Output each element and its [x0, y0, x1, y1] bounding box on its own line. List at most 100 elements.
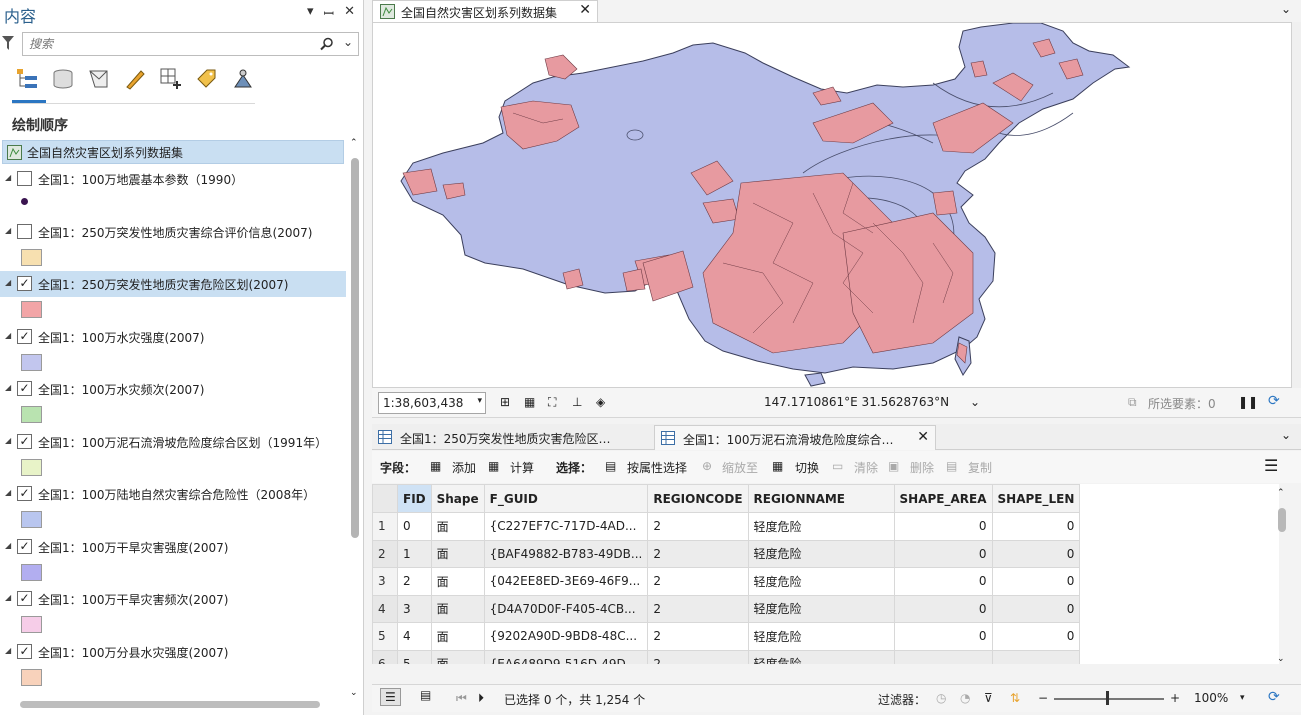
expand-triangle-icon[interactable]: ◢	[5, 278, 11, 287]
polygon-symbol[interactable]	[21, 248, 42, 266]
scroll-thumb[interactable]	[20, 701, 320, 708]
add-field-button[interactable]: 添加	[452, 459, 476, 476]
cell-code[interactable]: 2	[647, 539, 749, 568]
polygon-symbol[interactable]	[21, 458, 42, 476]
zoom-slider-thumb[interactable]	[1106, 691, 1109, 705]
sort-icon[interactable]: ⇅	[1010, 691, 1020, 705]
cell-name[interactable]: 轻度危险	[747, 512, 895, 541]
expand-triangle-icon[interactable]: ◢	[5, 436, 11, 445]
cell-code[interactable]: 2	[647, 649, 749, 664]
layer-item[interactable]: ◢ 全国1：250万突发性地质灾害综合评价信息(2007)	[0, 219, 346, 271]
list-by-labeling-button[interactable]	[158, 66, 184, 92]
search-input[interactable]	[23, 33, 293, 55]
table-row[interactable]: 2 1 面 {BAF49882-B783-49DB... 2 轻度危险 0 0	[372, 539, 1081, 568]
row-number[interactable]: 1	[372, 512, 398, 541]
layer-visibility-checkbox[interactable]: ✓	[17, 328, 32, 344]
view-list-chevron-icon[interactable]: ⌄	[1281, 2, 1291, 16]
cell-code[interactable]: 2	[647, 567, 749, 596]
expand-triangle-icon[interactable]: ◢	[5, 646, 11, 655]
layer-row[interactable]: ◢ ✓ 全国1：100万分县水灾强度(2007)	[0, 639, 346, 665]
table-row[interactable]: 1 0 面 {C227EF7C-717D-4AD... 2 轻度危险 0 0	[372, 512, 1081, 541]
search-box[interactable]: ⌄	[22, 32, 359, 56]
cell-fid[interactable]: 2	[397, 567, 432, 596]
close-tab-icon[interactable]: ✕	[917, 429, 929, 445]
polygon-symbol[interactable]	[21, 301, 42, 318]
cell-guid[interactable]: {C227EF7C-717D-4AD...	[483, 512, 649, 541]
cell-shape[interactable]: 面	[430, 539, 485, 568]
polygon-symbol[interactable]	[21, 406, 42, 423]
layer-visibility-checkbox[interactable]: ✓	[17, 381, 32, 396]
pause-drawing-icon[interactable]: ❚❚	[1238, 395, 1258, 409]
delete-button[interactable]: 删除	[910, 459, 934, 476]
search-icon[interactable]	[320, 37, 334, 51]
layer-item[interactable]: ◢ ✓ 全国1：100万干旱灾害频次(2007)	[0, 586, 346, 638]
cell-area[interactable]: 0	[893, 539, 993, 568]
table-vertical-scrollbar[interactable]: ⌃ ⌄	[1275, 488, 1289, 664]
column-header-shape[interactable]: Shape	[430, 484, 485, 513]
scroll-down-icon[interactable]: ⌄	[350, 688, 358, 698]
filter-icon[interactable]	[2, 36, 14, 50]
list-by-charts-button[interactable]	[230, 66, 256, 92]
refresh-icon[interactable]: ⟳	[1268, 689, 1280, 705]
pin-icon[interactable]: ꟷ	[324, 4, 335, 22]
layer-item[interactable]: ◢ ✓ 全国1：100万泥石流滑坡危险度综合区划（1991年）	[0, 429, 346, 481]
layer-row[interactable]: ◢ 全国1：250万突发性地质灾害综合评价信息(2007)	[0, 219, 346, 245]
table-row[interactable]: 3 2 面 {042EE8ED-3E69-46F9... 2 轻度危险 0 0	[372, 567, 1081, 596]
cell-shape[interactable]: 面	[430, 649, 485, 664]
scale-selector[interactable]: 1:38,603,438 ▾	[378, 392, 486, 414]
calculate-field-button[interactable]: 计算	[510, 459, 534, 476]
table-tab-geologic-hazard[interactable]: 全国1：250万突发性地质灾害危险区…	[372, 425, 652, 450]
cell-len[interactable]: 0	[991, 594, 1081, 623]
cell-len[interactable]: 0	[991, 567, 1081, 596]
select-by-attributes-button[interactable]: 按属性选择	[627, 459, 687, 476]
cell-shape[interactable]: 面	[430, 567, 485, 596]
layer-visibility-checkbox[interactable]: ✓	[17, 538, 32, 554]
cell-shape[interactable]: 面	[430, 512, 485, 541]
cell-area[interactable]: 0	[893, 512, 993, 541]
close-icon[interactable]: ✕	[344, 4, 355, 22]
layer-visibility-checkbox[interactable]: ✓	[17, 433, 32, 449]
cell-code[interactable]: 2	[647, 594, 749, 623]
cell-shape[interactable]: 面	[430, 594, 485, 623]
list-by-perspective-button[interactable]	[194, 66, 220, 92]
zoom-level[interactable]: 100%	[1194, 691, 1228, 705]
expand-triangle-icon[interactable]: ◢	[5, 541, 11, 550]
table-filter-icon[interactable]: ⊽	[984, 691, 993, 705]
row-number[interactable]: 4	[372, 594, 398, 623]
layer-row[interactable]: ◢ ✓ 全国1：100万干旱灾害强度(2007)	[0, 534, 346, 560]
pane-options-chevron-icon[interactable]: ▾	[307, 4, 314, 22]
expand-triangle-icon[interactable]: ◢	[5, 173, 11, 182]
layer-row[interactable]: ◢ ✓ 全国1：100万陆地自然灾害综合危险性（2008年）	[0, 481, 346, 507]
zoom-dropdown-icon[interactable]: ▾	[1240, 693, 1245, 703]
table-menu-icon[interactable]: ☰	[1264, 456, 1278, 475]
layer-item[interactable]: ◢ ✓ 全国1：100万分县水灾强度(2007)	[0, 639, 346, 691]
table-tab-debris-flow[interactable]: 全国1：100万泥石流滑坡危险度综合… ✕	[654, 425, 936, 450]
expand-triangle-icon[interactable]: ◢	[5, 383, 11, 392]
expand-triangle-icon[interactable]: ◢	[5, 331, 11, 340]
row-number[interactable]: 2	[372, 539, 398, 568]
scroll-up-icon[interactable]: ⌃	[350, 138, 358, 148]
navigation-icon[interactable]: ◈	[596, 395, 605, 409]
clear-selection-button[interactable]: 清除	[854, 459, 878, 476]
china-hazard-map[interactable]	[373, 22, 1291, 387]
zoom-in-icon[interactable]: +	[1170, 691, 1180, 705]
cell-name[interactable]: 轻度危险	[747, 567, 895, 596]
column-header-shape-len[interactable]: SHAPE_LEN	[991, 484, 1081, 513]
layer-visibility-checkbox[interactable]: ✓	[17, 276, 32, 291]
layer-item[interactable]: ◢ ✓ 全国1：100万水灾强度(2007)	[0, 324, 346, 376]
layer-row[interactable]: ◢ 全国1：100万地震基本参数（1990）	[0, 166, 346, 192]
polygon-symbol[interactable]	[21, 668, 42, 686]
time-filter-icon[interactable]: ◷	[936, 691, 946, 705]
expand-triangle-icon[interactable]: ◢	[5, 488, 11, 497]
refresh-icon[interactable]: ⟳	[1268, 393, 1280, 409]
map-root-item[interactable]: 全国自然灾害区划系列数据集	[2, 140, 344, 164]
cell-guid[interactable]: {EA6489D9-516D-49D...	[483, 649, 649, 664]
row-number[interactable]: 3	[372, 567, 398, 596]
search-options-chevron-icon[interactable]: ⌄	[343, 35, 353, 49]
layer-visibility-checkbox[interactable]: ✓	[17, 643, 32, 659]
cell-len[interactable]: 0	[991, 512, 1081, 541]
cell-area[interactable]: 0	[893, 622, 993, 651]
cell-len[interactable]: 0	[991, 539, 1081, 568]
layer-visibility-checkbox[interactable]: ✓	[17, 591, 32, 606]
fixed-zoom-icon[interactable]: ⊞	[500, 395, 510, 409]
